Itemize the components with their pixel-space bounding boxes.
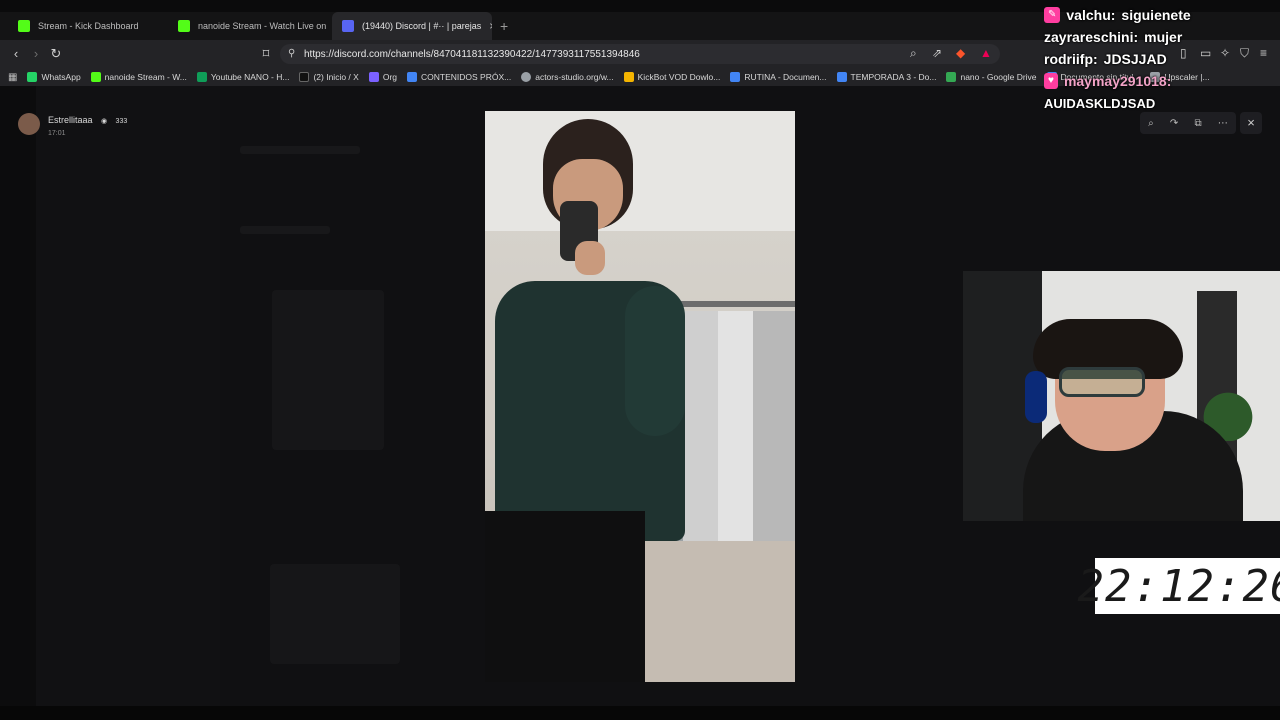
chat-message: ♥ maymay291018: bbox=[1044, 70, 1280, 92]
more-icon[interactable]: ⋯ bbox=[1218, 118, 1228, 129]
tab-label: Stream - Kick Dashboard bbox=[38, 21, 139, 31]
chat-message: ✎ valchu: siguienete bbox=[1044, 4, 1280, 26]
drive-icon bbox=[946, 72, 957, 82]
bookmark-item[interactable]: Youtube NANO - H... bbox=[196, 72, 289, 82]
avatar[interactable] bbox=[18, 112, 40, 135]
message-line bbox=[240, 226, 330, 234]
rewards-icon[interactable]: ▲ bbox=[980, 46, 992, 60]
channel-list bbox=[36, 86, 220, 706]
photo-hand bbox=[575, 241, 605, 275]
tab-label: nanoide Stream - Watch Live on bbox=[198, 21, 327, 31]
clock-time: 22:12:26 bbox=[1077, 560, 1280, 612]
tab-discord[interactable]: (19440) Discord | #·· | parejas × bbox=[332, 12, 492, 40]
bookmark-item[interactable]: nano - Google Drive bbox=[946, 72, 1037, 82]
image-viewer-author: Estrellitaaa ◉ 333 17:01 bbox=[18, 110, 127, 137]
back-icon[interactable]: ‹ bbox=[8, 46, 24, 62]
message-image bbox=[270, 564, 400, 664]
share-icon[interactable]: ⇗ bbox=[932, 46, 942, 60]
stream-chat-overlay: ✎ valchu: siguienete zayrareschini: muje… bbox=[1044, 4, 1280, 114]
pencil-badge-icon: ✎ bbox=[1044, 7, 1061, 23]
bookmark-item[interactable]: CONTENIDOS PRÓX... bbox=[407, 72, 511, 82]
close-tab-icon[interactable]: × bbox=[489, 19, 492, 33]
tab-label: (19440) Discord | #·· | parejas bbox=[362, 21, 482, 31]
kickbot-icon bbox=[623, 72, 634, 82]
forward-icon[interactable]: ↷ bbox=[1170, 118, 1178, 129]
screen: { "tabs": [ {"label": "Stream - Kick Das… bbox=[0, 0, 1280, 720]
chat-message: zayrareschini: mujer bbox=[1044, 26, 1280, 48]
timestamp: 17:01 bbox=[48, 130, 66, 137]
address-bar[interactable]: ⚲ https://discord.com/channels/847041181… bbox=[280, 44, 1000, 64]
bookmark-item[interactable]: nanoide Stream - W... bbox=[90, 72, 187, 82]
new-tab-button[interactable]: + bbox=[500, 18, 508, 34]
cam-glasses bbox=[1059, 367, 1145, 397]
chat-user: rodriifp: bbox=[1044, 51, 1098, 67]
message-line bbox=[240, 146, 360, 154]
docs-icon bbox=[836, 72, 847, 82]
x-icon bbox=[299, 72, 310, 82]
bookmark-item[interactable]: KickBot VOD Dowlo... bbox=[623, 72, 720, 82]
webcam-feed bbox=[963, 271, 1280, 521]
kick-icon bbox=[18, 20, 30, 32]
tab-nanoide-stream[interactable]: nanoide Stream - Watch Live on bbox=[168, 12, 328, 40]
forward-icon[interactable]: › bbox=[28, 46, 44, 62]
badge-icon: ◉ bbox=[100, 118, 108, 125]
clock-overlay: 22:12:26 bbox=[1078, 558, 1280, 614]
kick-icon bbox=[90, 72, 101, 82]
bottom-edge bbox=[0, 706, 1280, 720]
bookmark-item[interactable]: WhatsApp bbox=[27, 72, 81, 82]
close-viewer-button[interactable]: × bbox=[1240, 112, 1262, 134]
viewer-image[interactable] bbox=[485, 111, 795, 682]
chat-user: valchu: bbox=[1066, 7, 1116, 23]
photo-pants bbox=[485, 511, 645, 682]
chat-text: mujer bbox=[1144, 29, 1183, 45]
bookmark-item[interactable]: (2) Inicio / X bbox=[299, 72, 359, 82]
photo-person-arm bbox=[625, 286, 685, 436]
brave-shield-icon[interactable]: ◆ bbox=[956, 46, 965, 60]
author-name[interactable]: Estrellitaaa bbox=[48, 115, 93, 125]
zoom-icon[interactable]: ⌕ bbox=[1148, 118, 1154, 129]
site-info-icon[interactable]: ⚲ bbox=[288, 48, 298, 60]
whatsapp-icon bbox=[27, 72, 38, 82]
server-list bbox=[0, 86, 36, 706]
bookmark-item[interactable]: Org bbox=[368, 72, 397, 82]
photo-ceiling bbox=[485, 111, 795, 231]
badge-count: 333 bbox=[115, 118, 128, 125]
chat-user: maymay291018: bbox=[1063, 73, 1172, 89]
message-image bbox=[272, 290, 384, 450]
chat-text: AUIDASKLDJSAD bbox=[1044, 95, 1156, 111]
docs-icon bbox=[730, 72, 741, 82]
bookmark-item[interactable]: TEMPORADA 3 - Do... bbox=[836, 72, 936, 82]
bookmark-icon[interactable]: ⌑ bbox=[258, 46, 274, 62]
globe-icon bbox=[521, 72, 532, 82]
discord-icon bbox=[342, 20, 354, 32]
chat-text: JDSJJAD bbox=[1103, 51, 1167, 67]
viewer-actions: ⌕ ↷ ⧉ ⋯ bbox=[1140, 112, 1236, 134]
headset-icon bbox=[1025, 371, 1047, 423]
chat-message: AUIDASKLDJSAD bbox=[1044, 92, 1280, 114]
reload-icon[interactable]: ↻ bbox=[48, 46, 64, 62]
bookmark-item[interactable]: actors-studio.org/w... bbox=[521, 72, 614, 82]
docs-icon bbox=[407, 72, 417, 82]
open-external-icon[interactable]: ⧉ bbox=[1195, 118, 1202, 129]
chat-user: zayrareschini: bbox=[1044, 29, 1139, 45]
tab-kick-dashboard[interactable]: Stream - Kick Dashboard bbox=[8, 12, 168, 40]
org-icon bbox=[368, 72, 379, 82]
heart-badge-icon: ♥ bbox=[1044, 73, 1058, 89]
sheets-icon bbox=[196, 72, 207, 82]
chat-text: siguienete bbox=[1121, 7, 1191, 23]
kick-icon bbox=[178, 20, 190, 32]
apps-icon[interactable]: ▦ bbox=[8, 72, 17, 83]
zoom-icon[interactable]: ⌕ bbox=[910, 46, 917, 61]
bookmark-item[interactable]: RUTINA - Documen... bbox=[730, 72, 827, 82]
chat-message: rodriifp: JDSJJAD bbox=[1044, 48, 1280, 70]
url-text: https://discord.com/channels/84704118113… bbox=[304, 48, 640, 60]
